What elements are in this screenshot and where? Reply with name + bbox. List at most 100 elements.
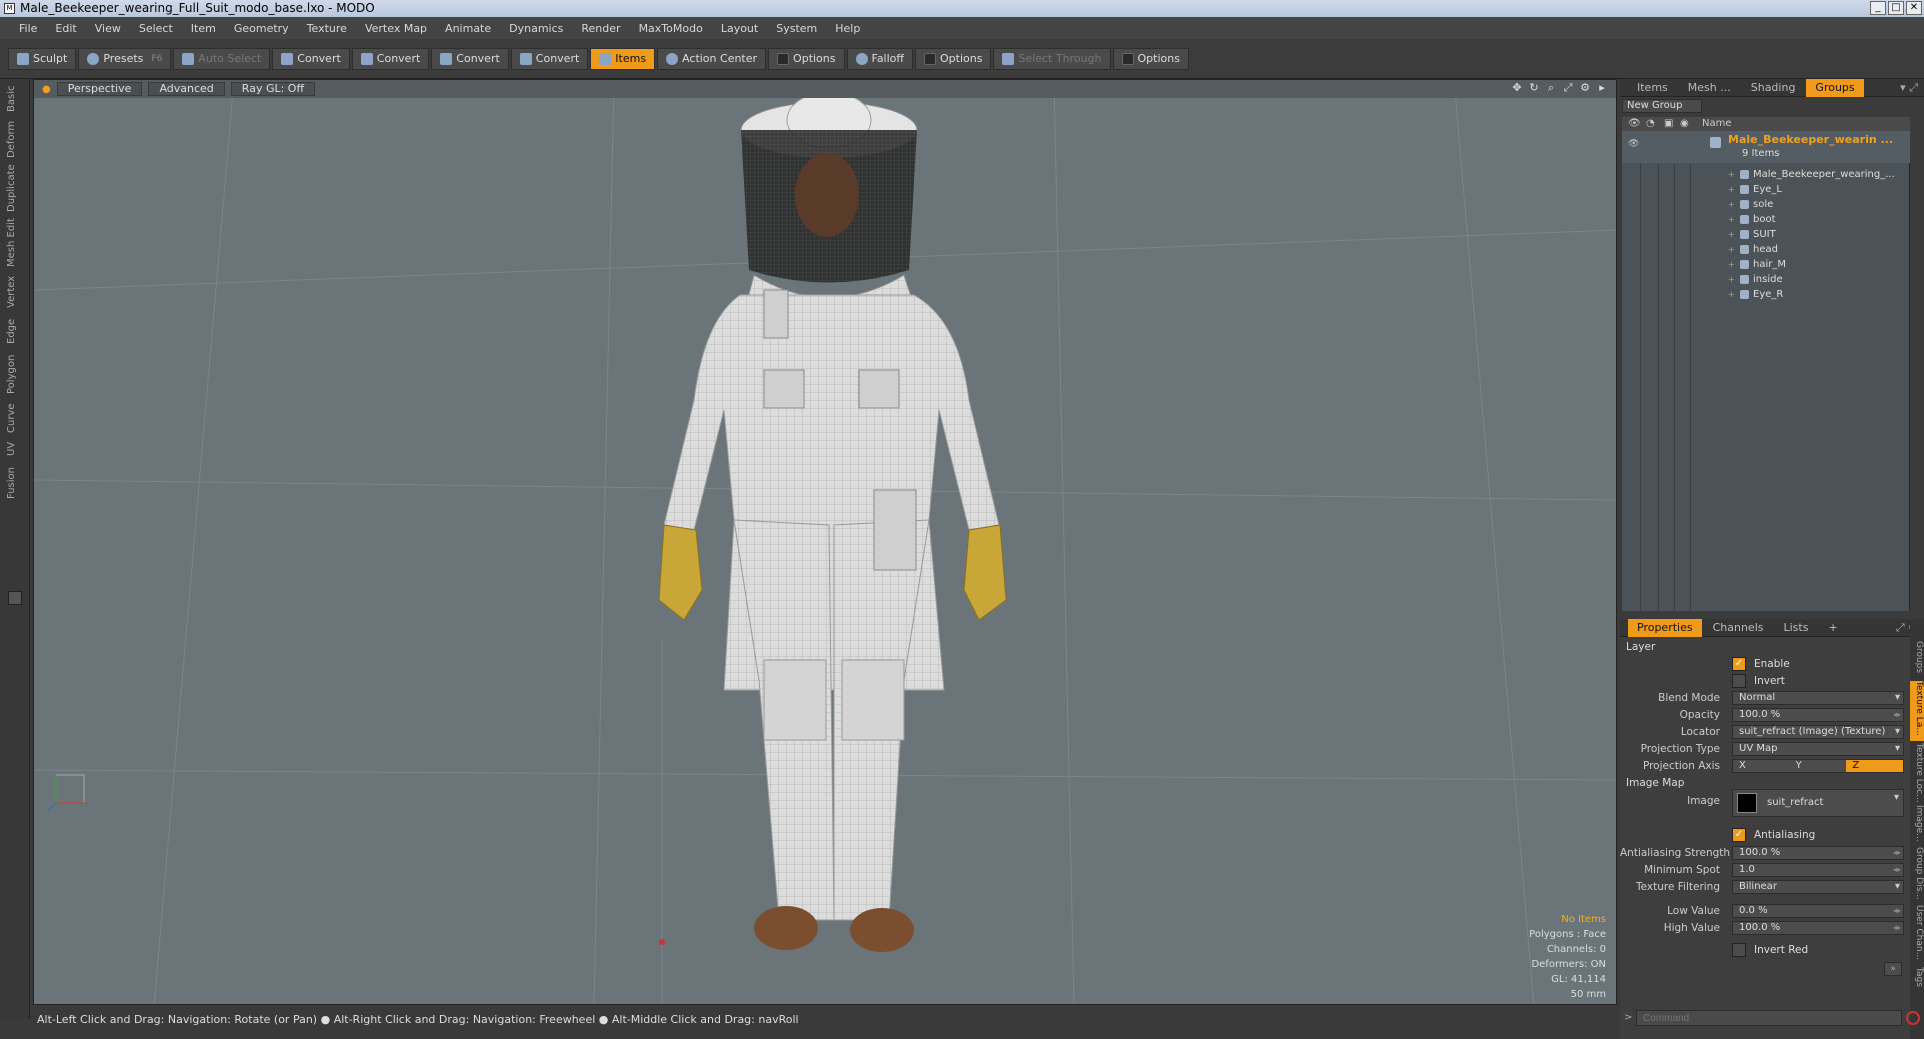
- list-item[interactable]: + SUIT: [1728, 229, 1776, 240]
- visibility-column-icon[interactable]: 👁: [1628, 117, 1641, 131]
- lock-column-icon[interactable]: ▣: [1664, 117, 1673, 131]
- record-macro-icon[interactable]: [1906, 1011, 1920, 1025]
- falloff-button[interactable]: Falloff: [846, 47, 913, 70]
- image-map-section[interactable]: Image Map: [1626, 777, 1684, 789]
- list-item[interactable]: + inside: [1728, 274, 1783, 285]
- invert-red-checkbox[interactable]: [1732, 943, 1746, 957]
- menu-system[interactable]: System: [767, 22, 826, 35]
- viewport-canvas[interactable]: [34, 80, 1617, 1005]
- panel-menu-icon[interactable]: ▾ ⤢: [1891, 79, 1924, 97]
- fit-icon[interactable]: ⤢: [1562, 82, 1574, 94]
- list-item[interactable]: + sole: [1728, 199, 1773, 210]
- group-row[interactable]: 👁 Male_Beekeeper_wearin ... 9 Items: [1622, 131, 1910, 163]
- tab-polygon[interactable]: Polygon: [6, 351, 24, 397]
- antialiasing-checkbox[interactable]: ✓: [1732, 828, 1746, 842]
- select-column-icon[interactable]: ◉: [1680, 117, 1689, 131]
- 3d-viewport[interactable]: ● Perspective Advanced Ray GL: Off ✥ ↻ ⌕…: [33, 79, 1617, 1005]
- layer-section[interactable]: Layer: [1626, 641, 1655, 653]
- settings-gear-icon[interactable]: ⚙: [1579, 82, 1591, 94]
- pan-icon[interactable]: ✥: [1511, 82, 1523, 94]
- expand-arrow-icon[interactable]: ▸: [1596, 82, 1608, 94]
- axis-x-button[interactable]: X: [1733, 760, 1790, 772]
- side-tab-user-channels[interactable]: User Chan...: [1910, 905, 1924, 965]
- close-button[interactable]: ✕: [1906, 1, 1922, 15]
- list-item[interactable]: + Eye_R: [1728, 289, 1783, 300]
- tab-shading[interactable]: Shading: [1742, 79, 1805, 97]
- side-tab-image[interactable]: Image...: [1910, 805, 1924, 845]
- convert-vertices-button[interactable]: Convert: [272, 47, 350, 70]
- enable-checkbox[interactable]: ✓: [1732, 657, 1746, 671]
- menu-animate[interactable]: Animate: [436, 22, 500, 35]
- side-tab-groups[interactable]: Groups: [1910, 641, 1924, 679]
- command-input[interactable]: [1636, 1010, 1902, 1026]
- tab-vertex[interactable]: Vertex: [6, 273, 24, 311]
- menu-edit[interactable]: Edit: [46, 22, 85, 35]
- low-value-field[interactable]: 0.0 %: [1732, 904, 1904, 918]
- tab-items[interactable]: Items: [1628, 79, 1677, 97]
- name-column-header[interactable]: Name: [1702, 117, 1732, 131]
- add-tab-button[interactable]: +: [1819, 619, 1846, 637]
- raygl-toggle[interactable]: Ray GL: Off: [230, 82, 316, 96]
- tab-groups[interactable]: Groups: [1806, 78, 1864, 97]
- list-item[interactable]: + head: [1728, 244, 1778, 255]
- side-tab-tags[interactable]: Tags: [1910, 967, 1924, 995]
- new-group-button[interactable]: New Group: [1622, 99, 1702, 113]
- axis-y-button[interactable]: Y: [1789, 760, 1847, 772]
- action-center-button[interactable]: Action Center: [657, 47, 767, 70]
- minimize-button[interactable]: _: [1870, 1, 1886, 15]
- sculpt-button[interactable]: Sculpt: [8, 47, 77, 70]
- menu-item[interactable]: Item: [182, 22, 225, 35]
- items-mode-button[interactable]: Items: [590, 47, 656, 70]
- blend-mode-dropdown[interactable]: Normal: [1732, 691, 1904, 705]
- tab-duplicate[interactable]: Duplicate: [6, 163, 24, 213]
- select-through-options-button[interactable]: Options: [1112, 47, 1189, 70]
- locator-dropdown[interactable]: suit_refract (Image) (Texture): [1732, 725, 1904, 739]
- image-selector[interactable]: suit_refract ▾: [1732, 789, 1904, 817]
- aa-strength-field[interactable]: 100.0 %: [1732, 846, 1904, 860]
- tab-properties[interactable]: Properties: [1628, 618, 1702, 637]
- shading-mode-dropdown[interactable]: Advanced: [148, 82, 225, 96]
- convert-edges-button[interactable]: Convert: [351, 47, 430, 70]
- menu-dynamics[interactable]: Dynamics: [500, 22, 572, 35]
- tab-deform[interactable]: Deform: [6, 119, 24, 159]
- menu-vertex-map[interactable]: Vertex Map: [356, 22, 436, 35]
- menu-view[interactable]: View: [86, 22, 130, 35]
- minimum-spot-field[interactable]: 1.0: [1732, 863, 1904, 877]
- axis-z-button[interactable]: Z: [1846, 760, 1904, 772]
- menu-select[interactable]: Select: [130, 22, 182, 35]
- opacity-field[interactable]: 100.0 %: [1732, 708, 1904, 722]
- render-column-icon[interactable]: ◔: [1646, 117, 1655, 131]
- list-item[interactable]: + boot: [1728, 214, 1776, 225]
- presets-button[interactable]: Presets F6: [78, 47, 172, 70]
- tab-fusion[interactable]: Fusion: [6, 463, 24, 503]
- auto-select-button[interactable]: Auto Select: [173, 47, 271, 70]
- falloff-options-button[interactable]: Options: [914, 47, 992, 70]
- toolbox-toggle[interactable]: [8, 591, 22, 605]
- texture-filtering-dropdown[interactable]: Bilinear: [1732, 880, 1904, 894]
- convert-polygons-button[interactable]: Convert: [431, 47, 509, 70]
- zoom-icon[interactable]: ⌕: [1545, 82, 1557, 94]
- tab-uv[interactable]: UV: [6, 439, 24, 459]
- maximize-button[interactable]: □: [1888, 1, 1904, 15]
- expand-more-button[interactable]: »: [1884, 962, 1902, 976]
- side-tab-group-display[interactable]: Group Dis...: [1910, 847, 1924, 903]
- high-value-field[interactable]: 100.0 %: [1732, 921, 1904, 935]
- list-item[interactable]: + Male_Beekeeper_wearing_...: [1728, 169, 1895, 180]
- tab-channels[interactable]: Channels: [1704, 619, 1773, 637]
- invert-checkbox[interactable]: [1732, 674, 1746, 688]
- menu-layout[interactable]: Layout: [712, 22, 767, 35]
- tab-mesh[interactable]: Mesh ...: [1679, 79, 1740, 97]
- tab-lists[interactable]: Lists: [1775, 619, 1818, 637]
- side-tab-texture-locator[interactable]: Texture Loc...: [1910, 743, 1924, 803]
- menu-maxtomodo[interactable]: MaxToModo: [630, 22, 712, 35]
- select-through-button[interactable]: Select Through: [993, 47, 1111, 70]
- action-center-options-button[interactable]: Options: [768, 47, 845, 70]
- tab-edge[interactable]: Edge: [6, 315, 24, 347]
- menu-file[interactable]: File: [10, 22, 46, 35]
- list-item[interactable]: + Eye_L: [1728, 184, 1782, 195]
- tab-mesh-edit[interactable]: Mesh Edit: [6, 217, 24, 269]
- side-tab-texture-layer[interactable]: Texture La...: [1910, 681, 1924, 741]
- tab-curve[interactable]: Curve: [6, 401, 24, 435]
- menu-help[interactable]: Help: [826, 22, 869, 35]
- visibility-toggle[interactable]: 👁: [1628, 139, 1639, 149]
